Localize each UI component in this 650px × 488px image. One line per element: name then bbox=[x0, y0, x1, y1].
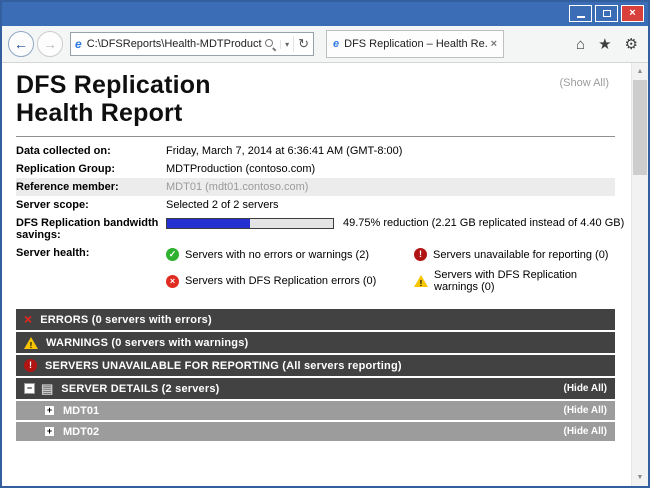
unavailable-section-header[interactable]: ! SERVERS UNAVAILABLE FOR REPORTING (All… bbox=[16, 355, 615, 376]
tab-title: DFS Replication – Health Re... bbox=[344, 38, 486, 50]
hide-all-link[interactable]: (Hide All) bbox=[563, 426, 607, 437]
collapse-minus-icon[interactable]: − bbox=[24, 383, 35, 394]
hide-all-link[interactable]: (Hide All) bbox=[563, 383, 607, 394]
chevron-down-icon[interactable]: ▾ bbox=[280, 40, 293, 49]
health-item-warnings: ! Servers with DFS Replication warnings … bbox=[414, 269, 615, 293]
info-value: Selected 2 of 2 servers bbox=[166, 199, 279, 211]
page-title-line2: Health Report bbox=[16, 99, 615, 127]
page-icon: e bbox=[75, 37, 82, 51]
server-row-mdt02[interactable]: + MDT02 (Hide All) bbox=[16, 422, 615, 441]
health-item-text: Servers with DFS Replication warnings (0… bbox=[434, 269, 615, 293]
section-label: ERRORS (0 servers with errors) bbox=[40, 314, 212, 326]
page-title: DFS Replication Health Report bbox=[16, 71, 615, 127]
scroll-up-arrow[interactable]: ▲ bbox=[632, 63, 648, 80]
server-name: MDT01 bbox=[63, 405, 99, 417]
info-label: Data collected on: bbox=[16, 145, 166, 157]
address-bar[interactable]: e C:\DFSReports\Health-MDTProduction-07M… bbox=[70, 32, 314, 56]
info-value: Friday, March 7, 2014 at 6:36:41 AM (GMT… bbox=[166, 145, 402, 157]
errors-section-header[interactable]: × ERRORS (0 servers with errors) bbox=[16, 309, 615, 330]
settings-gear-icon[interactable]: ⚙ bbox=[625, 35, 638, 53]
title-bar[interactable]: × bbox=[2, 2, 648, 26]
dfs-health-report: DFS Replication Health Report (Show All)… bbox=[2, 63, 631, 486]
minimize-button[interactable] bbox=[569, 5, 592, 22]
browser-window: × ← → e C:\DFSReports\Health-MDTProducti… bbox=[0, 0, 650, 488]
scrollbar-thumb[interactable] bbox=[633, 80, 647, 175]
server-details-section-header[interactable]: − ▤ SERVER DETAILS (2 servers) (Hide All… bbox=[16, 378, 615, 399]
show-all-link[interactable]: (Show All) bbox=[559, 77, 609, 89]
error-cross-icon: × bbox=[166, 275, 179, 288]
caption-buttons: × bbox=[569, 5, 644, 22]
expand-plus-icon[interactable]: + bbox=[44, 405, 55, 416]
info-label: Reference member: bbox=[16, 181, 166, 193]
bandwidth-text: 49.75% reduction (2.21 GB replicated ins… bbox=[343, 217, 624, 229]
warnings-section-header[interactable]: ! WARNINGS (0 servers with warnings) bbox=[16, 332, 615, 353]
info-row-bandwidth: DFS Replication bandwidth savings: 49.75… bbox=[16, 214, 615, 244]
minimize-icon bbox=[577, 16, 585, 18]
divider bbox=[16, 136, 615, 137]
tab-page-icon: e bbox=[333, 38, 339, 50]
home-icon[interactable]: ⌂ bbox=[576, 36, 585, 53]
bandwidth-progress-bar bbox=[166, 218, 334, 229]
back-button[interactable]: ← bbox=[8, 31, 34, 57]
scroll-down-arrow[interactable]: ▼ bbox=[632, 469, 648, 486]
favorites-star-icon[interactable]: ★ bbox=[598, 35, 611, 53]
server-icon: ▤ bbox=[41, 382, 53, 395]
hide-all-link[interactable]: (Hide All) bbox=[563, 405, 607, 416]
bandwidth-fill bbox=[167, 219, 250, 228]
page-content: DFS Replication Health Report (Show All)… bbox=[2, 63, 648, 486]
search-icon[interactable] bbox=[265, 39, 276, 50]
tab-dfs-replication-health-report[interactable]: e DFS Replication – Health Re... × bbox=[326, 30, 504, 58]
address-text[interactable]: C:\DFSReports\Health-MDTProduction-07Mar bbox=[87, 38, 262, 50]
page-title-line1: DFS Replication bbox=[16, 71, 615, 99]
report-sections: × ERRORS (0 servers with errors) ! WARNI… bbox=[16, 309, 615, 441]
maximize-button[interactable] bbox=[595, 5, 618, 22]
health-item-text: Servers unavailable for reporting (0) bbox=[433, 249, 608, 261]
success-check-icon: ✓ bbox=[166, 248, 179, 261]
close-button[interactable]: × bbox=[621, 5, 644, 22]
close-icon: × bbox=[629, 8, 635, 19]
unavailable-exclamation-icon: ! bbox=[414, 248, 427, 261]
section-label: SERVER DETAILS (2 servers) bbox=[61, 383, 219, 395]
refresh-icon[interactable]: ↻ bbox=[293, 36, 309, 52]
section-label: WARNINGS (0 servers with warnings) bbox=[46, 337, 248, 349]
health-item-text: Servers with no errors or warnings (2) bbox=[185, 249, 369, 261]
toolbar-icons: ⌂ ★ ⚙ bbox=[576, 35, 638, 53]
info-label: Server health: bbox=[16, 247, 166, 259]
forward-button[interactable]: → bbox=[37, 31, 63, 57]
server-name: MDT02 bbox=[63, 426, 99, 438]
health-item-unavailable: ! Servers unavailable for reporting (0) bbox=[414, 248, 615, 261]
info-label: Replication Group: bbox=[16, 163, 166, 175]
navigation-bar: ← → e C:\DFSReports\Health-MDTProduction… bbox=[2, 26, 648, 63]
tab-close-icon[interactable]: × bbox=[491, 38, 497, 50]
report-summary: Data collected on: Friday, March 7, 2014… bbox=[16, 142, 615, 296]
maximize-icon bbox=[603, 10, 611, 17]
vertical-scrollbar[interactable]: ▲ ▼ bbox=[631, 63, 648, 486]
info-row-server-scope: Server scope: Selected 2 of 2 servers bbox=[16, 196, 615, 214]
health-item-no-errors: ✓ Servers with no errors or warnings (2) bbox=[166, 248, 414, 261]
info-value: MDTProduction (contoso.com) bbox=[166, 163, 315, 175]
section-label: SERVERS UNAVAILABLE FOR REPORTING (All s… bbox=[45, 360, 402, 372]
server-row-mdt01[interactable]: + MDT01 (Hide All) bbox=[16, 401, 615, 420]
info-label: Server scope: bbox=[16, 199, 166, 211]
info-row-reference-member: Reference member: MDT01 (mdt01.contoso.c… bbox=[16, 178, 615, 196]
info-value: MDT01 (mdt01.contoso.com) bbox=[166, 181, 308, 193]
health-item-text: Servers with DFS Replication errors (0) bbox=[185, 275, 376, 287]
health-item-errors: × Servers with DFS Replication errors (0… bbox=[166, 269, 414, 293]
info-row-server-health: Server health: ✓ Servers with no errors … bbox=[16, 244, 615, 296]
info-label: DFS Replication bandwidth savings: bbox=[16, 217, 166, 241]
error-cross-icon: × bbox=[24, 313, 32, 326]
server-health-legend: ✓ Servers with no errors or warnings (2)… bbox=[166, 248, 615, 293]
warning-triangle-icon: ! bbox=[24, 337, 38, 349]
warning-triangle-icon: ! bbox=[414, 275, 428, 287]
unavailable-exclamation-icon: ! bbox=[24, 359, 37, 372]
expand-plus-icon[interactable]: + bbox=[44, 426, 55, 437]
info-row-data-collected: Data collected on: Friday, March 7, 2014… bbox=[16, 142, 615, 160]
back-arrow-icon: ← bbox=[14, 36, 28, 52]
info-row-replication-group: Replication Group: MDTProduction (contos… bbox=[16, 160, 615, 178]
forward-arrow-icon: → bbox=[43, 36, 57, 52]
